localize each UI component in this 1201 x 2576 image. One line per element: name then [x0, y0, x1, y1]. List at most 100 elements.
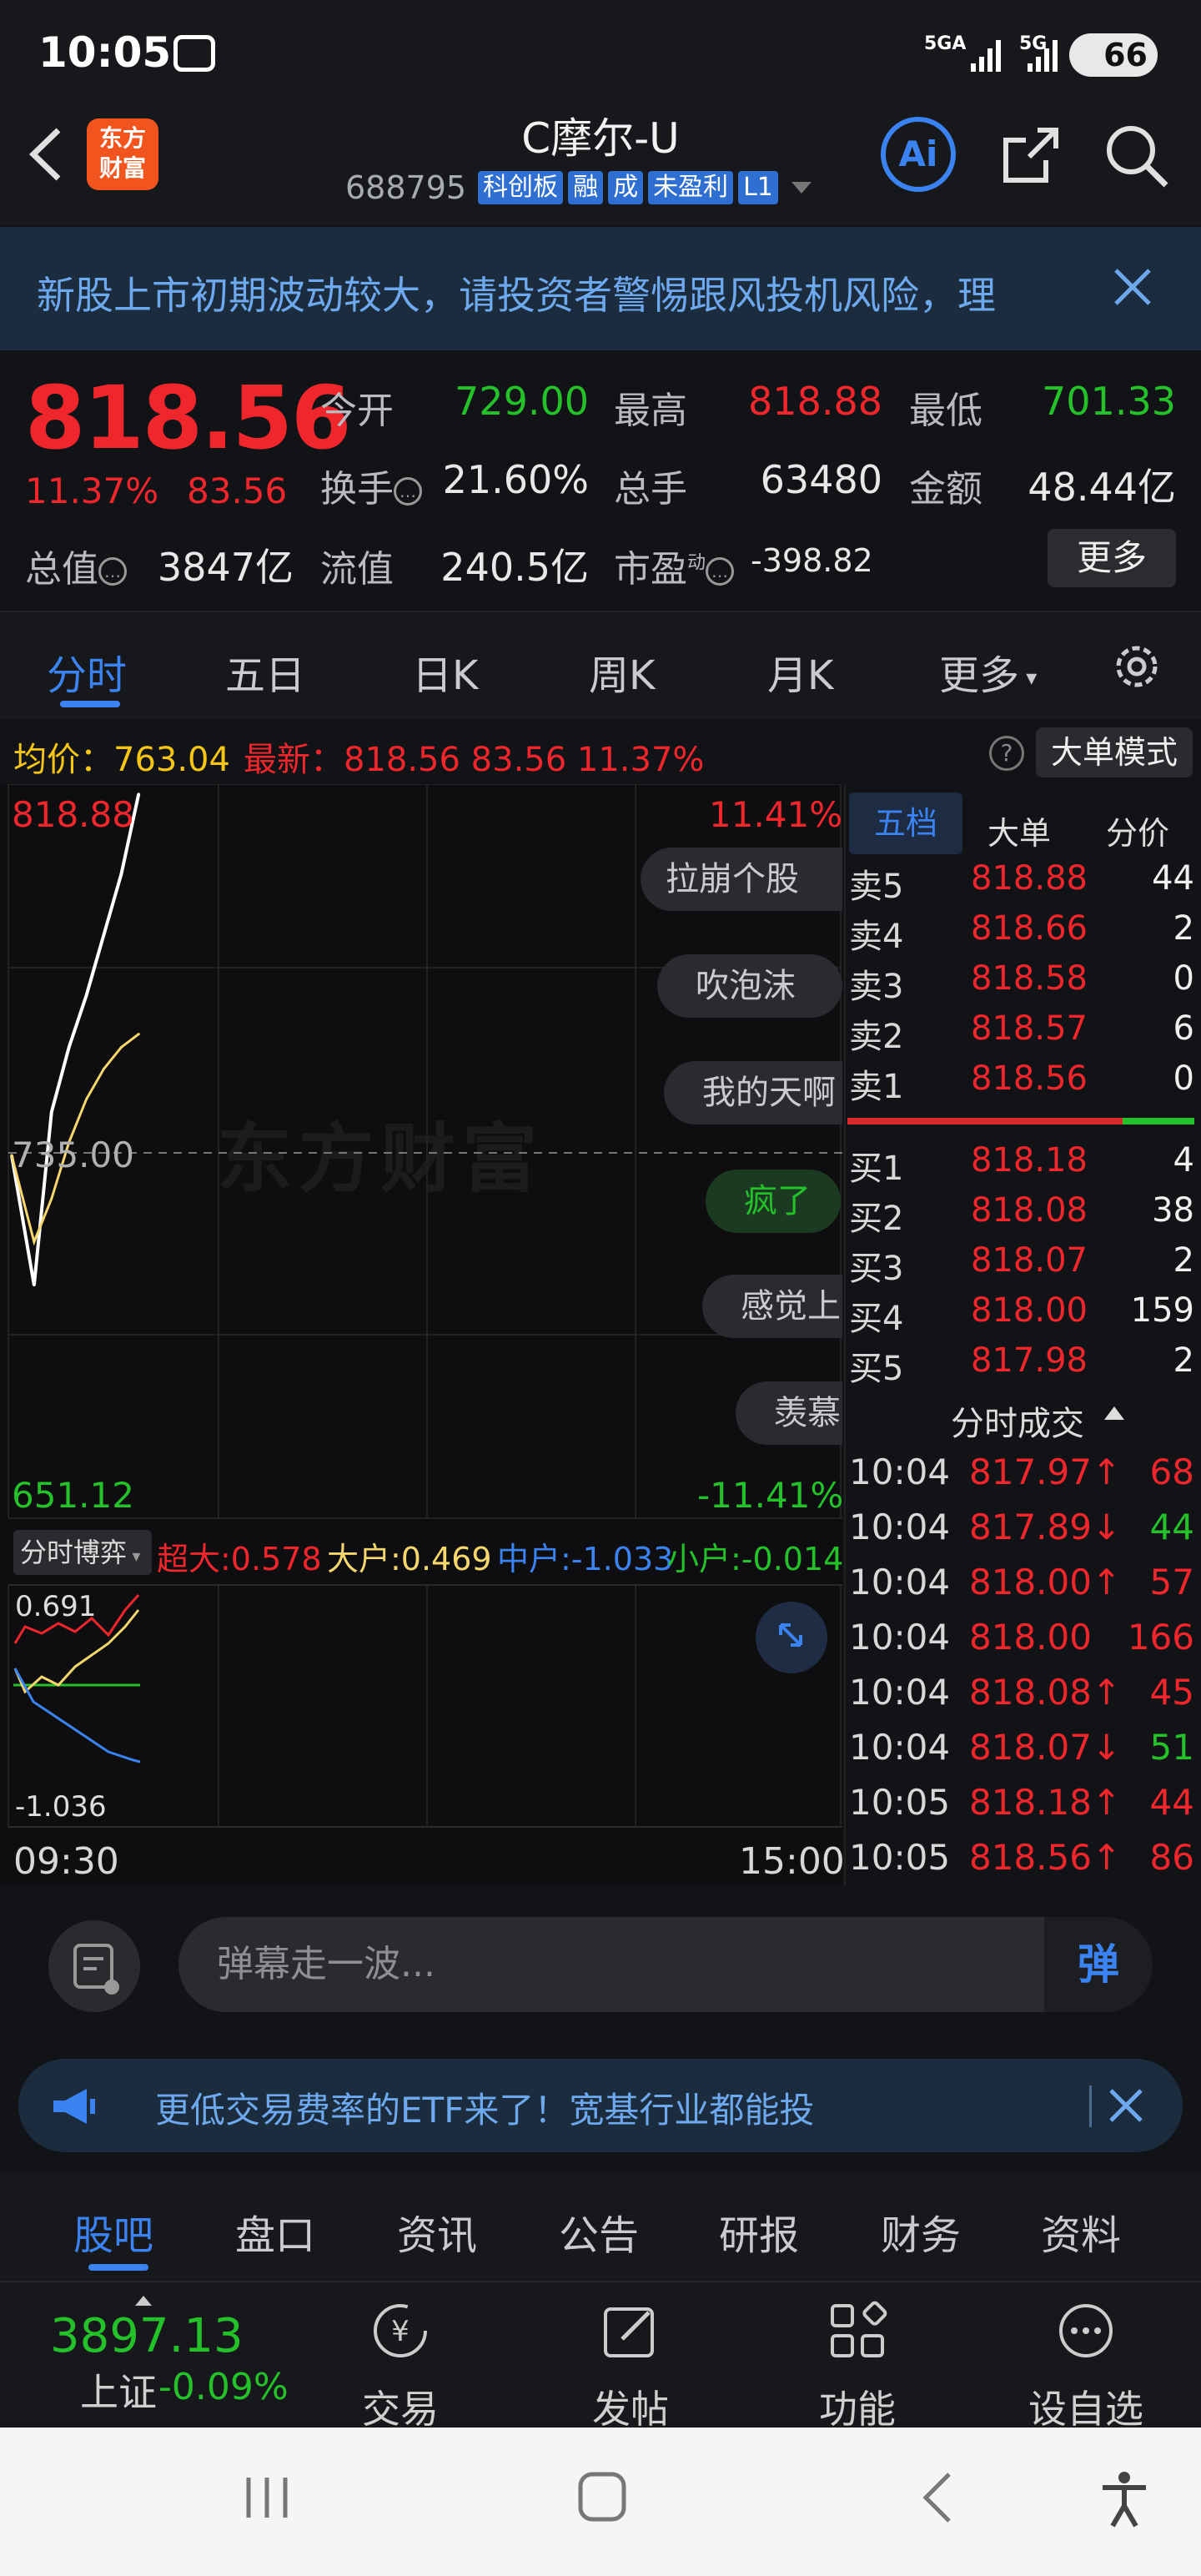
tab-forum[interactable]: 股吧	[73, 2202, 153, 2261]
share-icon[interactable]	[997, 122, 1064, 189]
tab-more[interactable]: 更多 ▾	[939, 642, 1037, 701]
danmu-bubble[interactable]: 我的天啊	[664, 1061, 842, 1124]
price-point	[85, 994, 88, 997]
danmu-input[interactable]: 弹幕走一波...	[178, 1917, 1151, 2012]
signal-icon	[971, 38, 1008, 72]
note-icon[interactable]	[48, 1920, 140, 2012]
y-axis-prev-close: 735.00	[12, 1135, 134, 1175]
chevron-up-icon[interactable]	[135, 2296, 152, 2306]
back-arrow-icon[interactable]	[25, 125, 67, 184]
app-logo[interactable]: 东方财富	[87, 118, 158, 190]
network-5ga-label: 5GA	[924, 33, 967, 54]
ad-text[interactable]: 更低交易费率的ETF来了！宽基行业都能投	[155, 2082, 814, 2133]
accessibility-icon[interactable]	[1099, 2471, 1149, 2528]
functions-button[interactable]: 功能	[774, 2379, 941, 2434]
close-icon[interactable]	[1104, 2084, 1148, 2127]
stock-name[interactable]: C摩尔-U	[434, 105, 767, 165]
signal-icon-2	[1028, 38, 1064, 72]
indicator-large: 大户:0.469	[327, 1541, 492, 1577]
status-time: 10:05	[38, 28, 172, 77]
close-icon[interactable]	[1109, 264, 1156, 310]
add-watchlist-button[interactable]: 设自选	[1003, 2379, 1169, 2434]
gear-icon[interactable]	[1109, 639, 1164, 694]
chevron-down-icon[interactable]	[791, 182, 812, 194]
grid-icon[interactable]	[826, 2299, 889, 2362]
indicator-y-min: -1.036	[15, 1790, 107, 1824]
ask-row-2: 卖2 818.57 6	[849, 1009, 1194, 1056]
open-label: 今开	[320, 390, 394, 432]
help-icon[interactable]: ?	[989, 736, 1024, 771]
chevron-up-icon[interactable]	[1104, 1406, 1124, 1420]
post-button[interactable]: 发帖	[547, 2379, 714, 2434]
search-icon[interactable]	[1101, 120, 1171, 190]
intraday-chart[interactable]	[0, 784, 842, 1885]
index-value[interactable]: 3897.13	[50, 2309, 244, 2363]
pe-value: -398.82	[751, 542, 873, 579]
tab-price-distribution[interactable]: 分价	[1106, 808, 1169, 853]
expand-icon[interactable]	[756, 1602, 827, 1673]
price-point	[33, 1284, 36, 1287]
trades-title[interactable]: 分时成交	[951, 1396, 1084, 1445]
high-label: 最高	[614, 390, 687, 432]
danmu-bubble[interactable]: 感觉上	[702, 1275, 842, 1338]
tab-order-flow[interactable]: 盘口	[235, 2202, 315, 2261]
danmu-bubble[interactable]: 拉崩个股	[641, 848, 842, 911]
trade-icon[interactable]: ¥	[369, 2299, 432, 2362]
trade-row: 10:05 818.18↑ 44	[849, 1782, 1194, 1823]
tab-research[interactable]: 研报	[719, 2202, 799, 2261]
pct-axis-max: 11.41%	[709, 794, 843, 835]
tab-news[interactable]: 资讯	[397, 2202, 477, 2261]
ad-separator	[1089, 2085, 1092, 2127]
trade-button[interactable]: 交易	[317, 2379, 484, 2434]
price-point	[103, 933, 105, 936]
more-dots-icon[interactable]	[1054, 2299, 1118, 2362]
tab-five-day[interactable]: 五日	[225, 642, 305, 701]
index-name[interactable]: 上证	[80, 2362, 157, 2418]
megaphone-icon	[53, 2089, 95, 2124]
active-tab-indicator	[60, 701, 120, 707]
tab-financials[interactable]: 财务	[881, 2202, 961, 2261]
danmu-bubble[interactable]: 吹泡沫	[657, 954, 842, 1018]
bid-row-3: 买3 818.07 2	[849, 1241, 1194, 1288]
bid-row-1: 买1 818.18 4	[849, 1141, 1194, 1188]
danmu-bubble-hot[interactable]: 疯了	[706, 1170, 841, 1233]
tab-profile[interactable]: 资料	[1041, 2202, 1121, 2261]
info-icon[interactable]: …	[706, 557, 735, 586]
back-nav-icon[interactable]	[921, 2471, 954, 2524]
more-quote-button[interactable]: 更多	[1048, 529, 1176, 587]
index-change[interactable]: -0.09%	[158, 2366, 289, 2408]
trade-row: 10:04 817.89↓ 44	[849, 1507, 1194, 1547]
tab-intraday[interactable]: 分时	[47, 642, 127, 701]
tag-unprofitable: 未盈利	[648, 171, 734, 204]
stock-code-row[interactable]: 688795 科创板 融 成 未盈利 L1	[345, 169, 812, 207]
svg-text:¥: ¥	[391, 2315, 410, 2348]
danmu-bubble[interactable]: 羡慕	[736, 1381, 842, 1445]
average-price-point	[119, 1045, 123, 1049]
big-order-mode-button[interactable]: 大单模式	[1036, 727, 1193, 777]
tab-five-levels[interactable]: 五档	[849, 792, 962, 854]
bid-row-5: 买5 817.98 2	[849, 1341, 1194, 1388]
price-point	[119, 873, 123, 876]
tab-announcements[interactable]: 公告	[559, 2202, 639, 2261]
ai-assistant-button[interactable]: Ai	[881, 117, 956, 192]
average-price: 均价：763.04	[13, 741, 230, 779]
info-icon[interactable]: …	[98, 557, 127, 586]
market-cap-label: 总值…	[25, 539, 127, 592]
bid-ask-ratio-bar-green	[1123, 1118, 1194, 1124]
compose-icon[interactable]	[599, 2299, 662, 2362]
home-icon[interactable]	[577, 2471, 627, 2523]
recent-apps-icon[interactable]	[242, 2474, 292, 2521]
tag-margin: 融	[568, 171, 604, 204]
pe-label: 市盈动…	[614, 539, 735, 592]
average-price-point	[137, 1033, 140, 1036]
average-price-point	[50, 1197, 53, 1200]
turnover-value: 21.60%	[442, 457, 589, 502]
tab-monthly-k[interactable]: 月K	[767, 642, 833, 701]
trade-row: 10:04 818.00 166	[849, 1617, 1194, 1658]
tab-big-orders[interactable]: 大单	[987, 808, 1051, 853]
risk-notice-text: 新股上市初期波动较大，请投资者警惕跟风投机风险，理	[37, 273, 996, 318]
tab-weekly-k[interactable]: 周K	[589, 642, 655, 701]
danmu-toggle-button[interactable]: 弹	[1044, 1917, 1153, 2012]
tab-daily-k[interactable]: 日K	[412, 642, 478, 701]
indicator-selector[interactable]: 分时博弈 ▾	[13, 1530, 152, 1575]
